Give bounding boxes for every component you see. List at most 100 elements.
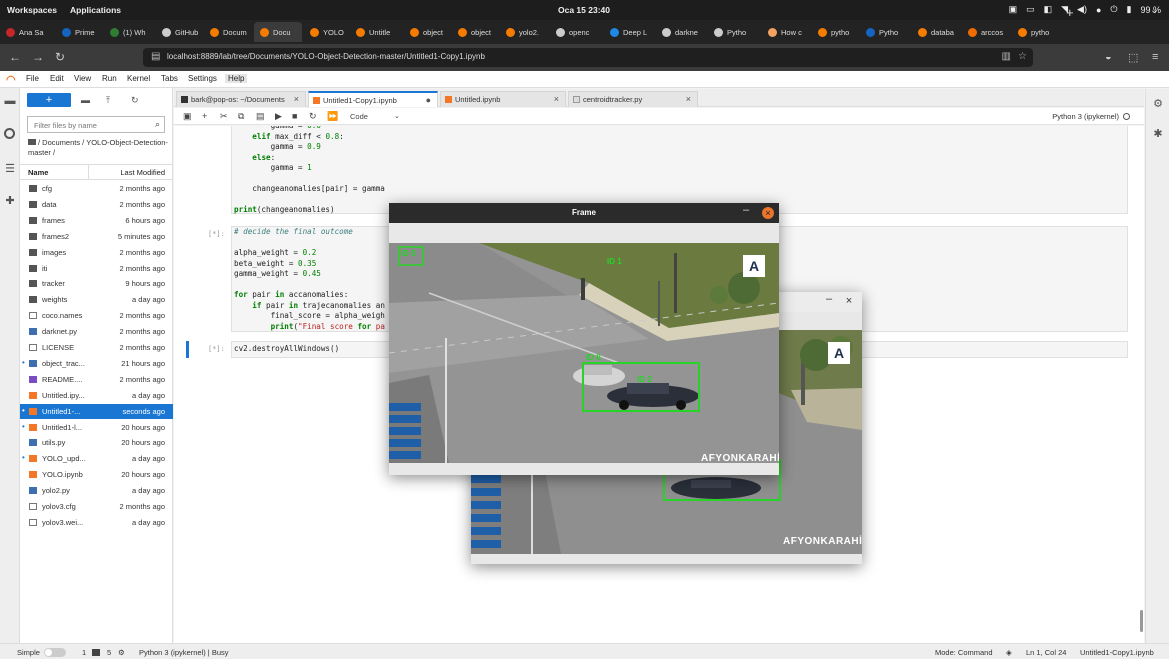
browser-tab[interactable]: Prime bbox=[56, 22, 102, 42]
pocket-icon[interactable]: ◒ bbox=[1105, 51, 1112, 63]
file-row[interactable]: • Untitled1-... seconds ago bbox=[20, 403, 173, 419]
column-last-modified[interactable]: Last Modified bbox=[120, 168, 165, 177]
close-icon[interactable]: × bbox=[686, 94, 691, 104]
dropbox-icon[interactable]: ▣ bbox=[1009, 4, 1018, 15]
save-icon[interactable]: ▣ bbox=[183, 111, 192, 122]
hamburger-menu-icon[interactable]: ≡ bbox=[1152, 51, 1158, 63]
trusted-shield-icon[interactable]: ◈ bbox=[1006, 648, 1012, 657]
menu-tabs[interactable]: Tabs bbox=[161, 74, 178, 83]
refresh-icon[interactable]: ↻ bbox=[131, 95, 139, 106]
new-folder-icon[interactable]: ▬ bbox=[81, 95, 90, 105]
file-row[interactable]: iti 2 months ago bbox=[20, 261, 173, 276]
forward-arrow-icon[interactable]: → bbox=[32, 50, 44, 64]
browser-tab[interactable]: darkne bbox=[656, 22, 706, 42]
file-row[interactable]: data 2 months ago bbox=[20, 197, 173, 212]
cell-type-select[interactable]: Code bbox=[350, 112, 368, 121]
clock[interactable]: Oca 15 23:40 bbox=[558, 5, 610, 15]
file-row[interactable]: darknet.py 2 months ago bbox=[20, 324, 173, 339]
menu-help[interactable]: Help bbox=[225, 74, 248, 83]
browser-tab[interactable]: yolo2. bbox=[500, 22, 548, 42]
back-arrow-icon[interactable]: ← bbox=[9, 50, 21, 64]
file-row[interactable]: • Untitled1-l... 20 hours ago bbox=[20, 420, 173, 435]
menu-view[interactable]: View bbox=[74, 74, 91, 83]
mic-icon[interactable]: ● bbox=[1096, 5, 1101, 15]
menu-file[interactable]: File bbox=[26, 74, 39, 83]
tab-untitled[interactable]: Untitled.ipynb × bbox=[440, 91, 566, 107]
kernel-indicator[interactable]: Python 3 (ipykernel) bbox=[1052, 112, 1130, 121]
filter-files-input[interactable]: Filter files by name ⌕ bbox=[27, 116, 165, 133]
file-row[interactable]: weights a day ago bbox=[20, 292, 173, 307]
minimize-icon[interactable]: – bbox=[743, 204, 749, 216]
run-icon[interactable]: ▶ bbox=[275, 111, 282, 122]
file-row[interactable]: yolo2.py a day ago bbox=[20, 483, 173, 498]
volume-icon[interactable]: ◀) bbox=[1077, 4, 1087, 15]
browser-tab[interactable]: databa bbox=[912, 22, 960, 42]
url-text[interactable]: localhost:8889/lab/tree/Documents/YOLO-O… bbox=[167, 52, 485, 61]
browser-tab[interactable]: Docum bbox=[204, 22, 252, 42]
paste-icon[interactable]: ▤ bbox=[256, 111, 265, 122]
tab-centroidtracker[interactable]: centroidtracker.py × bbox=[568, 91, 698, 107]
reload-icon[interactable]: ↻ bbox=[55, 50, 65, 64]
browser-tab[interactable]: Pytho bbox=[860, 22, 910, 42]
browser-tab[interactable]: object bbox=[404, 22, 450, 42]
browser-tab[interactable]: Deep L bbox=[604, 22, 654, 42]
close-icon[interactable]: × bbox=[294, 94, 299, 104]
file-row[interactable]: LICENSE 2 months ago bbox=[20, 340, 173, 355]
url-bar[interactable]: ▤ localhost:8889/lab/tree/Documents/YOLO… bbox=[143, 48, 1033, 67]
new-launcher-button[interactable]: + bbox=[27, 93, 71, 107]
browser-tab[interactable]: object bbox=[452, 22, 498, 42]
browser-tab[interactable]: Docu bbox=[254, 22, 302, 42]
browser-tab[interactable]: Pytho bbox=[708, 22, 760, 42]
file-row[interactable]: cfg 2 months ago bbox=[20, 181, 173, 196]
run-all-icon[interactable]: ⏩ bbox=[327, 111, 338, 122]
file-row[interactable]: images 2 months ago bbox=[20, 245, 173, 260]
chevron-down-icon[interactable]: ⌄ bbox=[394, 112, 400, 120]
file-row[interactable]: README.... 2 months ago bbox=[20, 372, 173, 387]
file-row[interactable]: frames 6 hours ago bbox=[20, 213, 173, 228]
reader-view-icon[interactable]: ▥ bbox=[1002, 51, 1011, 62]
browser-tab[interactable]: (1) Wh bbox=[104, 22, 154, 42]
hdmi-icon[interactable]: ◧ bbox=[1044, 4, 1053, 15]
close-icon[interactable]: × bbox=[762, 207, 774, 219]
property-inspector-gear-icon[interactable]: ⚙ bbox=[1152, 97, 1164, 110]
browser-tab[interactable]: YOLO bbox=[304, 22, 348, 42]
browser-tab[interactable]: How c bbox=[762, 22, 810, 42]
code-cell-3-source[interactable]: cv2.destroyAllWindows() bbox=[234, 344, 339, 355]
file-row[interactable]: frames2 5 minutes ago bbox=[20, 229, 173, 244]
system-tray[interactable]: ▣ ▭ ◧ ◥ ◀) ● ⏻ ▮ 99 % bbox=[1009, 4, 1161, 15]
stop-icon[interactable]: ■ bbox=[292, 111, 297, 121]
file-row[interactable]: Untitled.ipy... a day ago bbox=[20, 388, 173, 403]
window-titlebar[interactable]: Frame bbox=[389, 203, 779, 223]
file-row[interactable]: YOLO.ipynb 20 hours ago bbox=[20, 467, 173, 482]
browser-tab[interactable]: arccos bbox=[962, 22, 1010, 42]
menu-kernel[interactable]: Kernel bbox=[127, 74, 150, 83]
kernel-status[interactable]: Python 3 (ipykernel) | Busy bbox=[139, 648, 229, 657]
file-row[interactable]: • object_trac... 21 hours ago bbox=[20, 356, 173, 371]
display-icon[interactable]: ▭ bbox=[1026, 4, 1035, 15]
file-row[interactable]: • YOLO_upd... a day ago bbox=[20, 451, 173, 466]
file-row[interactable]: yolov3.wei... a day ago bbox=[20, 515, 173, 530]
browser-tab[interactable]: Untitle bbox=[350, 22, 402, 42]
kernel-settings-icon[interactable]: ⚙ bbox=[118, 648, 125, 657]
insert-cell-icon[interactable]: + bbox=[202, 111, 207, 121]
simple-mode-toggle[interactable] bbox=[44, 648, 66, 657]
terminals-count[interactable]: 1 bbox=[82, 648, 86, 657]
close-icon[interactable]: × bbox=[554, 94, 559, 104]
file-row[interactable]: tracker 9 hours ago bbox=[20, 276, 173, 291]
tab-list-chevron-icon[interactable]: ⌄ bbox=[1150, 5, 1158, 16]
table-of-contents-icon[interactable]: ☰ bbox=[4, 162, 16, 175]
copy-icon[interactable]: ⧉ bbox=[238, 111, 244, 122]
breadcrumb[interactable]: / Documents / YOLO-Object-Detection-mast… bbox=[28, 138, 168, 158]
browser-tab[interactable]: GitHub bbox=[156, 22, 202, 42]
browser-tab[interactable]: Ana Sa bbox=[0, 22, 52, 42]
cut-icon[interactable]: ✂ bbox=[220, 111, 228, 122]
notebook-scrollbar[interactable] bbox=[1140, 610, 1143, 632]
power-icon[interactable]: ⏻ bbox=[1110, 4, 1117, 15]
restart-icon[interactable]: ↻ bbox=[309, 111, 317, 122]
minimize-icon[interactable]: – bbox=[826, 293, 832, 305]
code-cell-1-source[interactable]: gamma = 0.6 elif max_diff < 0.8: gamma =… bbox=[234, 126, 385, 216]
browser-tab[interactable]: openc bbox=[550, 22, 602, 42]
kernels-count[interactable]: 5 bbox=[107, 648, 111, 657]
tab-untitled1-copy1[interactable]: Untitled1-Copy1.ipynb ● bbox=[308, 91, 438, 107]
file-row[interactable]: coco.names 2 months ago bbox=[20, 308, 173, 323]
